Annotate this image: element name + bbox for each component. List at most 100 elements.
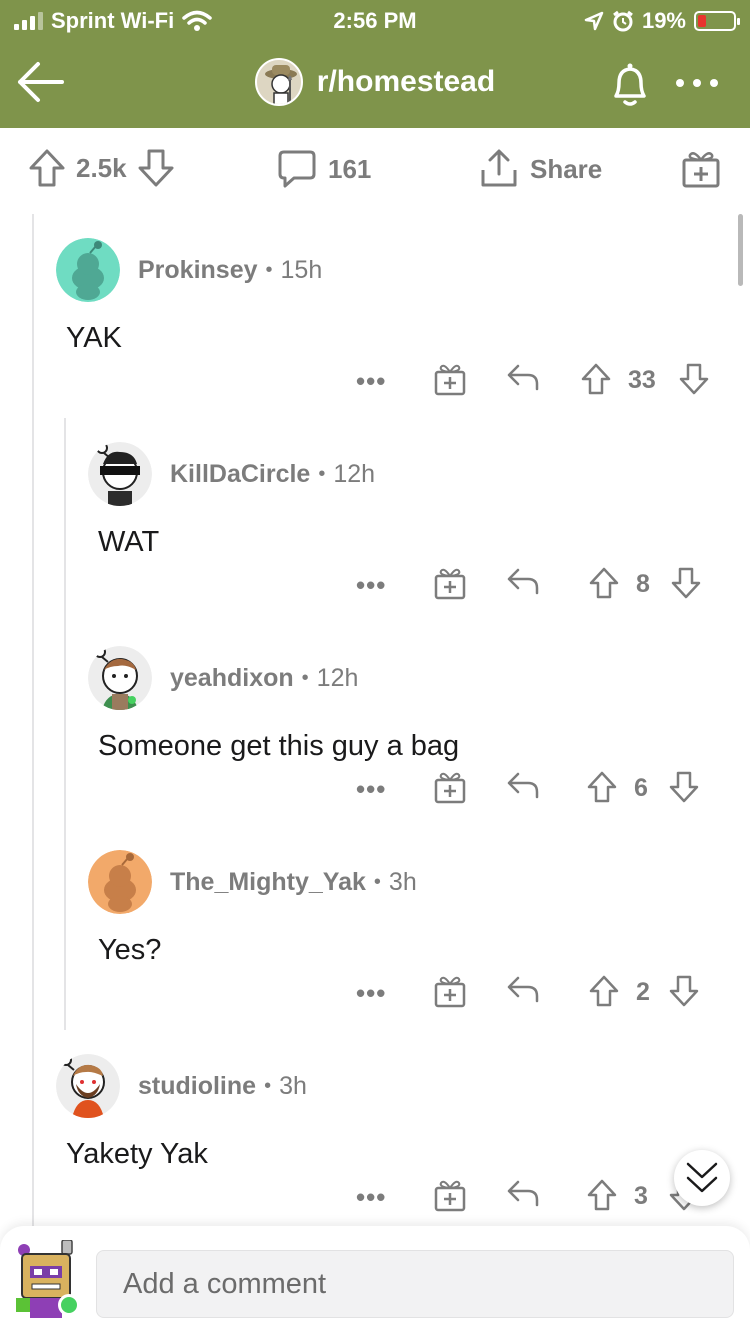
- comment-age: 15h: [280, 255, 323, 284]
- post-vote-group: 2.5k: [28, 148, 175, 188]
- comment-action-bar: ••• 3: [56, 1178, 736, 1218]
- separator-dot: •: [264, 1074, 272, 1097]
- reply-icon[interactable]: [506, 770, 540, 800]
- award-icon[interactable]: [434, 566, 466, 600]
- comment-meta: The_Mighty_Yak • 3h: [170, 868, 417, 897]
- comment-age: 12h: [316, 663, 359, 692]
- battery-icon: [694, 11, 740, 31]
- comment-body: Yes?: [98, 934, 162, 966]
- comment-age: 3h: [388, 867, 417, 896]
- comment-username[interactable]: Prokinsey: [138, 256, 258, 285]
- comment-more-icon[interactable]: •••: [356, 774, 386, 805]
- comment-age: 12h: [333, 459, 376, 488]
- reply-icon[interactable]: [506, 566, 540, 596]
- comment-action-bar: ••• 2: [88, 974, 738, 1014]
- separator-dot: •: [301, 666, 309, 689]
- award-icon: [682, 152, 720, 188]
- award-icon[interactable]: [434, 974, 466, 1008]
- alarm-icon: [613, 10, 633, 32]
- comment-header: The_Mighty_Yak • 3h: [88, 850, 417, 914]
- location-icon: [584, 11, 604, 31]
- battery-percent: 19%: [641, 8, 686, 33]
- comment-more-icon[interactable]: •••: [356, 366, 386, 397]
- upvote-icon[interactable]: [580, 362, 612, 396]
- avatar[interactable]: [88, 442, 152, 506]
- more-icon[interactable]: [672, 68, 722, 98]
- thread-line-root[interactable]: [32, 214, 34, 1226]
- comment-meta: studioline • 3h: [138, 1072, 307, 1101]
- comment: The_Mighty_Yak • 3h Yes? ••• 2: [88, 850, 738, 1030]
- comment-body: WAT: [98, 526, 160, 558]
- comment-composer-bar: Add a comment: [0, 1226, 750, 1334]
- upvote-icon[interactable]: [586, 770, 618, 804]
- post-comments-button[interactable]: 161: [276, 148, 371, 190]
- post-comment-count: 161: [328, 153, 372, 184]
- avatar[interactable]: [88, 646, 152, 710]
- post-vote-count: 2.5k: [76, 152, 127, 183]
- nav-bar: r/homestead: [0, 50, 750, 120]
- comment-header: Prokinsey • 15h: [56, 238, 322, 302]
- award-icon[interactable]: [434, 1178, 466, 1212]
- online-status-dot: [58, 1294, 80, 1316]
- avatar[interactable]: [88, 850, 152, 914]
- comment-meta: yeahdixon • 12h: [170, 664, 358, 693]
- comment-input[interactable]: Add a comment: [96, 1250, 734, 1318]
- comment-more-icon[interactable]: •••: [356, 1182, 386, 1213]
- comment-username[interactable]: KillDaCircle: [170, 460, 310, 489]
- comment-more-icon[interactable]: •••: [356, 570, 386, 601]
- scroll-next-button[interactable]: [674, 1150, 730, 1206]
- comment-more-icon[interactable]: •••: [356, 978, 386, 1009]
- upvote-icon[interactable]: [588, 566, 620, 600]
- thread-line-reply[interactable]: [64, 418, 66, 1030]
- subreddit-avatar: [254, 58, 303, 106]
- comment-icon: [278, 150, 316, 188]
- reply-icon[interactable]: [506, 362, 540, 392]
- reply-icon[interactable]: [506, 1178, 540, 1208]
- award-icon[interactable]: [434, 362, 466, 396]
- top-bar: Sprint Wi-Fi 2:56 PM 19% r/homestead: [0, 0, 750, 128]
- award-icon[interactable]: [434, 770, 466, 804]
- downvote-icon[interactable]: [678, 362, 710, 396]
- status-bar: Sprint Wi-Fi 2:56 PM 19%: [0, 0, 750, 42]
- upvote-icon[interactable]: [586, 1178, 618, 1212]
- comment-username[interactable]: yeahdixon: [170, 664, 294, 693]
- post-award-button[interactable]: [680, 148, 722, 190]
- collapse-chevrons-icon: [686, 1162, 718, 1193]
- comment-header: studioline • 3h: [56, 1054, 307, 1118]
- avatar[interactable]: [56, 1054, 120, 1118]
- comment-username[interactable]: studioline: [138, 1072, 256, 1101]
- status-right: 19%: [584, 8, 740, 34]
- comment-header: yeahdixon • 12h: [88, 646, 358, 710]
- share-icon: [481, 149, 517, 187]
- downvote-icon[interactable]: [668, 770, 700, 804]
- comment-score: 6: [634, 774, 648, 802]
- downvote-icon[interactable]: [670, 566, 702, 600]
- comment-username[interactable]: The_Mighty_Yak: [170, 868, 366, 897]
- bell-icon[interactable]: [602, 56, 658, 112]
- reply-icon[interactable]: [506, 974, 540, 1004]
- comment-score: 3: [634, 1182, 648, 1210]
- separator-dot: •: [318, 462, 326, 485]
- comment: yeahdixon • 12h Someone get this guy a b…: [88, 646, 738, 826]
- comment-action-bar: ••• 8: [88, 566, 738, 606]
- scrollbar[interactable]: [738, 214, 743, 286]
- comment-score: 33: [628, 366, 656, 394]
- comment: studioline • 3h Yakety Yak ••• 3: [56, 1054, 736, 1226]
- comment-score: 2: [636, 978, 650, 1006]
- comment-body: Yakety Yak: [66, 1138, 208, 1170]
- downvote-icon[interactable]: [137, 148, 175, 188]
- comment-body: Someone get this guy a bag: [98, 730, 460, 762]
- upvote-icon[interactable]: [588, 974, 620, 1008]
- comment: KillDaCircle • 12h WAT ••• 8: [88, 442, 738, 622]
- upvote-icon[interactable]: [28, 148, 66, 188]
- comment-score: 8: [636, 570, 650, 598]
- separator-dot: •: [265, 258, 273, 281]
- post-share-button[interactable]: Share: [478, 148, 602, 190]
- downvote-icon[interactable]: [668, 974, 700, 1008]
- share-label: Share: [530, 153, 603, 184]
- comment-age: 3h: [279, 1071, 307, 1100]
- subreddit-name: r/homestead: [316, 65, 496, 98]
- comment-meta: KillDaCircle • 12h: [170, 460, 375, 489]
- comment-action-bar: ••• 33: [56, 362, 736, 402]
- avatar[interactable]: [56, 238, 120, 302]
